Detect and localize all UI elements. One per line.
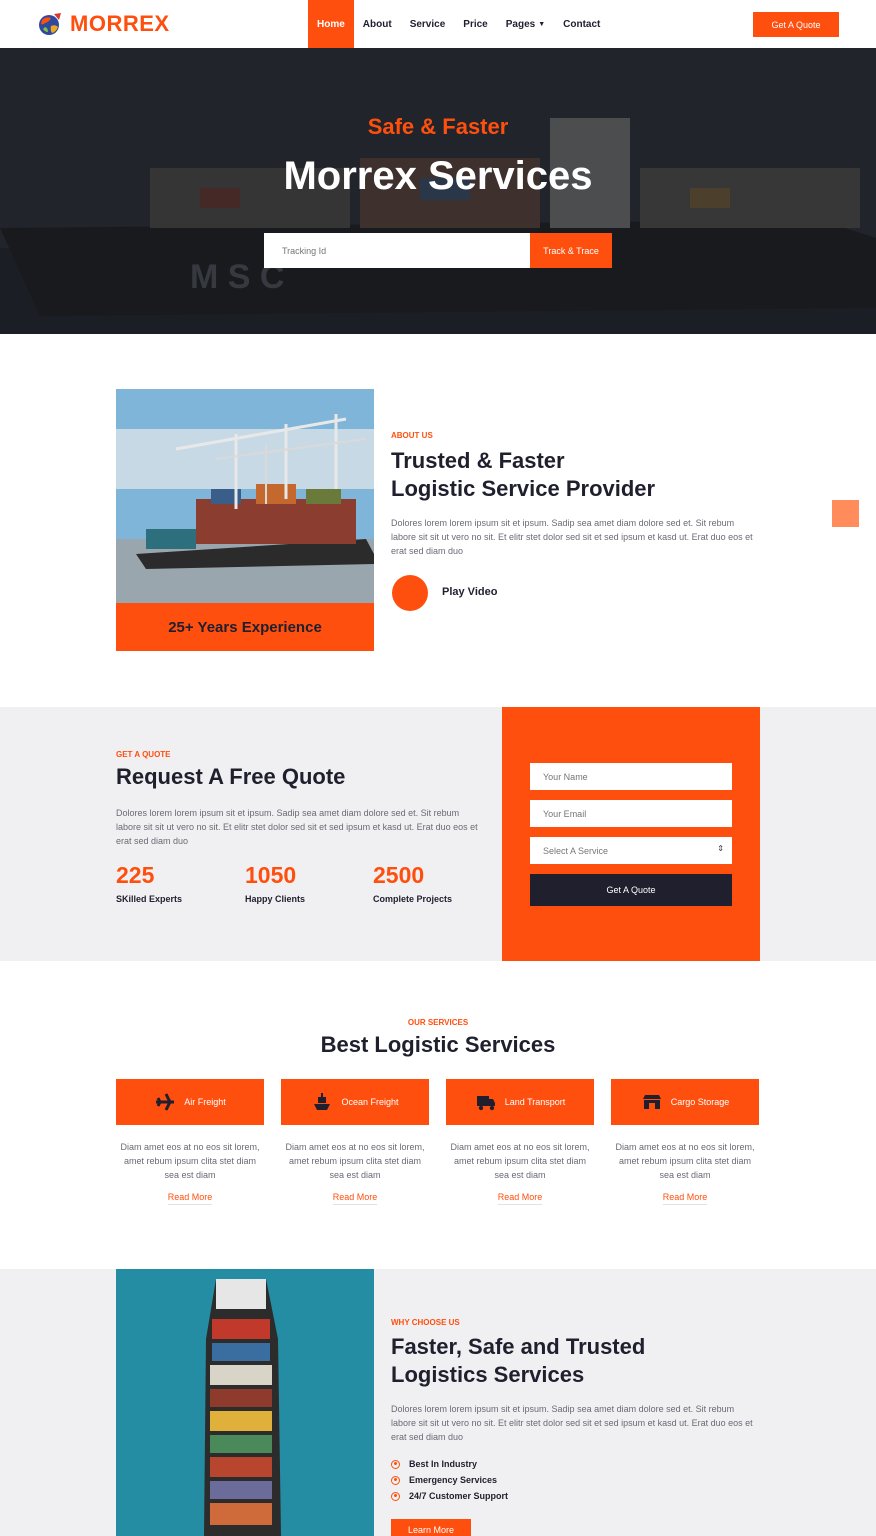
- feature-label: Emergency Services: [409, 1475, 498, 1485]
- stat-skilled-experts: 225 SKilled Experts: [116, 862, 182, 904]
- nav-about[interactable]: About: [354, 0, 401, 48]
- read-more-label: Read More: [167, 1192, 213, 1205]
- get-quote-button[interactable]: Get A Quote: [753, 12, 839, 37]
- list-item: 24/7 Customer Support: [391, 1488, 508, 1504]
- tracking-input[interactable]: [264, 233, 530, 268]
- play-video-label: Play Video: [442, 586, 498, 598]
- stat-label: Complete Projects: [373, 894, 453, 904]
- quote-form-panel: [502, 707, 760, 961]
- stat-label: SKilled Experts: [116, 894, 183, 904]
- why-section-label: Why Choose Us: [391, 1318, 460, 1327]
- brand-name: MORREX: [70, 11, 170, 36]
- navbar: MORREX Home About Service Price Pages ▼ …: [0, 0, 876, 48]
- service-select[interactable]: Select A Service ⇕: [530, 837, 732, 864]
- service-description: Diam amet eos at no eos sit lorem, amet …: [120, 1142, 260, 1180]
- tracking-form: Track & Trace: [264, 233, 612, 268]
- read-more-link[interactable]: Read More: [281, 1192, 429, 1205]
- aerial-ship-image: [116, 1269, 374, 1536]
- quote-title: Request A Free Quote: [116, 764, 346, 789]
- feature-label: 24/7 Customer Support: [409, 1491, 509, 1501]
- stat-happy-clients: 1050 Happy Clients: [245, 862, 305, 904]
- nav-service[interactable]: Service: [401, 0, 455, 48]
- about-title-line2: Logistic Service Provider: [391, 476, 656, 501]
- read-more-label: Read More: [332, 1192, 378, 1205]
- learn-more-button[interactable]: Learn More: [391, 1519, 471, 1536]
- read-more-link[interactable]: Read More: [446, 1192, 594, 1205]
- nav-pages-label: Pages: [505, 18, 536, 30]
- read-more-link[interactable]: Read More: [611, 1192, 759, 1205]
- ship-icon: [311, 1091, 333, 1113]
- experience-badge: 25+ Years Experience: [116, 603, 374, 651]
- nav-home[interactable]: Home: [308, 0, 354, 48]
- globe-logo-icon: [39, 13, 61, 35]
- stat-complete-projects: 2500 Complete Projects: [373, 862, 452, 904]
- about-section-label: About Us: [391, 431, 433, 440]
- service-card-ocean-freight[interactable]: Ocean Freight: [281, 1079, 429, 1125]
- why-paragraph: Dolores lorem lorem ipsum sit et ipsum. …: [391, 1404, 753, 1442]
- feature-label: Best In Industry: [409, 1459, 478, 1469]
- stat-label: Happy Clients: [245, 894, 306, 904]
- read-more-label: Read More: [497, 1192, 543, 1205]
- service-select-value: Select A Service: [543, 845, 609, 856]
- list-item: Emergency Services: [391, 1472, 508, 1488]
- quote-section-label: Get A Quote: [116, 750, 171, 759]
- service-name: Ocean Freight: [341, 1097, 399, 1107]
- select-arrows-icon: ⇕: [717, 844, 724, 853]
- service-name: Air Freight: [184, 1097, 226, 1107]
- service-description: Diam amet eos at no eos sit lorem, amet …: [615, 1142, 755, 1180]
- check-circle-icon: [391, 1475, 400, 1485]
- service-name: Land Transport: [504, 1097, 566, 1107]
- services-title: Best Logistic Services: [320, 1032, 556, 1057]
- read-more-link[interactable]: Read More: [116, 1192, 264, 1205]
- check-circle-icon: [391, 1491, 400, 1501]
- service-name: Cargo Storage: [670, 1097, 730, 1107]
- service-card-land-transport[interactable]: Land Transport: [446, 1079, 594, 1125]
- services-section-label: Our Services: [407, 1018, 469, 1027]
- service-card-air-freight[interactable]: Air Freight: [116, 1079, 264, 1125]
- service-description: Diam amet eos at no eos sit lorem, amet …: [285, 1142, 425, 1180]
- submit-quote-button[interactable]: Get A Quote: [530, 874, 732, 906]
- nav-pages[interactable]: Pages ▼: [497, 0, 554, 48]
- about-title-line1: Trusted & Faster: [391, 448, 565, 473]
- name-field[interactable]: [530, 763, 732, 790]
- brand[interactable]: MORREX: [36, 10, 170, 38]
- check-circle-icon: [391, 1459, 400, 1469]
- about-port-image: [116, 389, 374, 603]
- play-video-button[interactable]: [392, 575, 428, 611]
- hero-subtitle: Safe & Faster: [367, 114, 509, 139]
- main-nav: Home About Service Price Pages ▼ Contact: [308, 0, 609, 48]
- nav-price[interactable]: Price: [454, 0, 496, 48]
- stat-value: 1050: [245, 862, 297, 888]
- about-paragraph: Dolores lorem lorem ipsum sit et ipsum. …: [391, 518, 753, 556]
- truck-icon: [475, 1091, 497, 1113]
- list-item: Best In Industry: [391, 1456, 508, 1472]
- caret-down-icon: ▼: [538, 20, 546, 28]
- quote-paragraph: Dolores lorem lorem ipsum sit et ipsum. …: [116, 808, 478, 846]
- hero: M S C Safe & Faster Morrex Services Trac…: [0, 48, 876, 334]
- warehouse-icon: [641, 1091, 663, 1113]
- about-title: Trusted & Faster Logistic Service Provid…: [391, 447, 751, 503]
- why-title: Faster, Safe and Trusted Logistics Servi…: [391, 1333, 751, 1389]
- read-more-label: Read More: [662, 1192, 708, 1205]
- stat-value: 2500: [373, 862, 425, 888]
- plane-icon: [154, 1091, 176, 1113]
- service-description: Diam amet eos at no eos sit lorem, amet …: [450, 1142, 590, 1180]
- stat-value: 225: [116, 862, 155, 888]
- back-to-top-button[interactable]: [832, 500, 859, 527]
- service-card-cargo-storage[interactable]: Cargo Storage: [611, 1079, 759, 1125]
- why-title-line1: Faster, Safe and Trusted: [391, 1334, 646, 1359]
- why-feature-list: Best In Industry Emergency Services 24/7…: [391, 1456, 508, 1504]
- hero-title: Morrex Services: [283, 154, 593, 198]
- nav-contact[interactable]: Contact: [554, 0, 609, 48]
- track-trace-button[interactable]: Track & Trace: [530, 233, 612, 268]
- email-field[interactable]: [530, 800, 732, 827]
- why-title-line2: Logistics Services: [391, 1362, 585, 1387]
